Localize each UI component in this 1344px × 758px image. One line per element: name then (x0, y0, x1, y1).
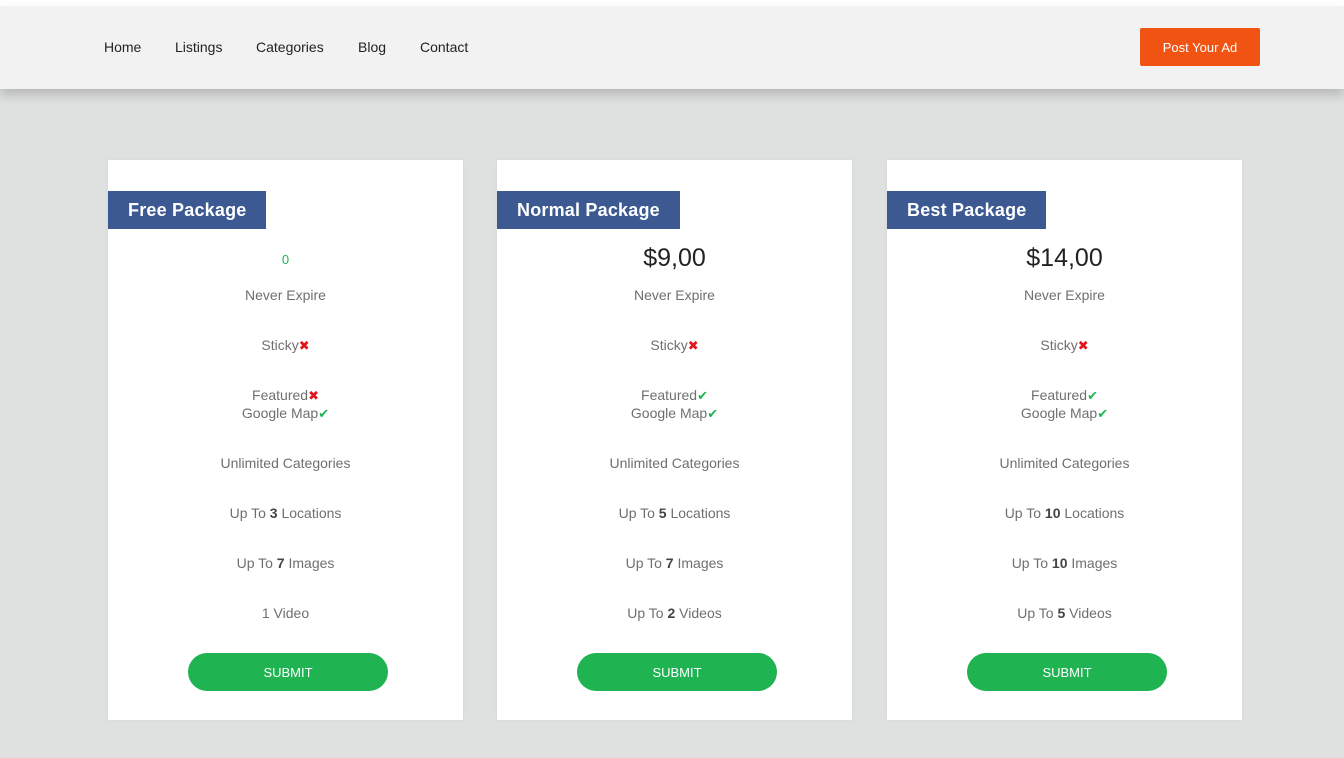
videos-text: 1 Video (261, 605, 310, 621)
images-feature: Up To 7 Images (108, 554, 463, 572)
nav-categories[interactable]: Categories (256, 39, 324, 55)
submit-button[interactable]: SUBMIT (188, 653, 388, 691)
locations-count: 5 (658, 505, 667, 521)
cross-icon: ✖ (298, 338, 310, 353)
categories-feature: Unlimited Categories (220, 455, 351, 471)
videos-feature: 1 Video (108, 604, 463, 622)
images-suffix: Images (284, 555, 335, 571)
featured-feature: Featured✖ (108, 386, 463, 405)
package-price: $9,00 (643, 244, 706, 272)
google-map-feature: Google Map✔ (108, 404, 463, 423)
categories-feature: Unlimited Categories (999, 455, 1130, 471)
cross-icon: ✖ (1077, 338, 1089, 353)
package-price: $14,00 (1026, 244, 1103, 272)
expiry-text: Never Expire (634, 287, 715, 303)
locations-prefix: Up To (1004, 505, 1045, 521)
check-icon: ✔ (1087, 388, 1098, 403)
expiry-text: Never Expire (1024, 287, 1105, 303)
images-feature: Up To 7 Images (497, 554, 852, 572)
locations-feature: Up To 5 Locations (497, 504, 852, 522)
images-prefix: Up To (236, 555, 277, 571)
nav-blog[interactable]: Blog (358, 39, 386, 55)
sticky-label: Sticky (650, 337, 688, 353)
images-suffix: Images (673, 555, 724, 571)
locations-suffix: Locations (277, 505, 342, 521)
featured-label: Featured (641, 387, 698, 403)
check-icon: ✔ (707, 406, 719, 421)
sticky-label: Sticky (1040, 337, 1078, 353)
images-prefix: Up To (625, 555, 666, 571)
featured-label: Featured (252, 387, 309, 403)
locations-feature: Up To 3 Locations (108, 504, 463, 522)
pricing-card-free: Free Package 0 Never Expire Sticky✖ Feat… (108, 160, 463, 720)
package-title: Free Package (108, 191, 267, 229)
featured-feature: Featured✔ (887, 386, 1242, 405)
videos-feature: Up To 5 Videos (887, 604, 1242, 622)
sticky-label: Sticky (261, 337, 299, 353)
submit-button[interactable]: SUBMIT (577, 653, 777, 691)
locations-prefix: Up To (229, 505, 270, 521)
nav-contact[interactable]: Contact (420, 39, 468, 55)
pricing-card-best: Best Package $14,00 Never Expire Sticky✖… (887, 160, 1242, 720)
navbar: Home Listings Categories Blog Contact Po… (0, 6, 1344, 89)
nav-listings[interactable]: Listings (175, 39, 222, 55)
images-suffix: Images (1067, 555, 1118, 571)
check-icon: ✔ (1097, 406, 1109, 421)
images-count: 10 (1051, 555, 1068, 571)
package-price: 0 (281, 252, 290, 267)
videos-feature: Up To 2 Videos (497, 604, 852, 622)
locations-count: 10 (1044, 505, 1061, 521)
categories-feature: Unlimited Categories (609, 455, 740, 471)
check-icon: ✔ (318, 406, 330, 421)
images-feature: Up To 10 Images (887, 554, 1242, 572)
featured-label: Featured (1031, 387, 1088, 403)
nav-home[interactable]: Home (104, 39, 141, 55)
sticky-feature: Sticky✖ (108, 336, 463, 355)
submit-button[interactable]: SUBMIT (967, 653, 1167, 691)
locations-count: 3 (269, 505, 278, 521)
videos-prefix: Up To (1017, 605, 1058, 621)
videos-prefix: Up To (627, 605, 668, 621)
google-map-label: Google Map (630, 405, 708, 421)
pricing-card-normal: Normal Package $9,00 Never Expire Sticky… (497, 160, 852, 720)
expiry-text: Never Expire (245, 287, 326, 303)
locations-feature: Up To 10 Locations (887, 504, 1242, 522)
google-map-label: Google Map (1020, 405, 1098, 421)
videos-suffix: Videos (1065, 605, 1112, 621)
package-title: Best Package (887, 191, 1047, 229)
locations-suffix: Locations (1060, 505, 1125, 521)
locations-suffix: Locations (666, 505, 731, 521)
sticky-feature: Sticky✖ (887, 336, 1242, 355)
package-title: Normal Package (497, 191, 680, 229)
sticky-feature: Sticky✖ (497, 336, 852, 355)
images-prefix: Up To (1011, 555, 1052, 571)
cross-icon: ✖ (308, 388, 319, 403)
post-your-ad-button[interactable]: Post Your Ad (1140, 28, 1260, 66)
images-count: 7 (276, 555, 285, 571)
google-map-feature: Google Map✔ (497, 404, 852, 423)
featured-feature: Featured✔ (497, 386, 852, 405)
images-count: 7 (665, 555, 674, 571)
google-map-feature: Google Map✔ (887, 404, 1242, 423)
videos-suffix: Videos (675, 605, 722, 621)
check-icon: ✔ (697, 388, 708, 403)
cross-icon: ✖ (687, 338, 699, 353)
locations-prefix: Up To (618, 505, 659, 521)
google-map-label: Google Map (241, 405, 319, 421)
